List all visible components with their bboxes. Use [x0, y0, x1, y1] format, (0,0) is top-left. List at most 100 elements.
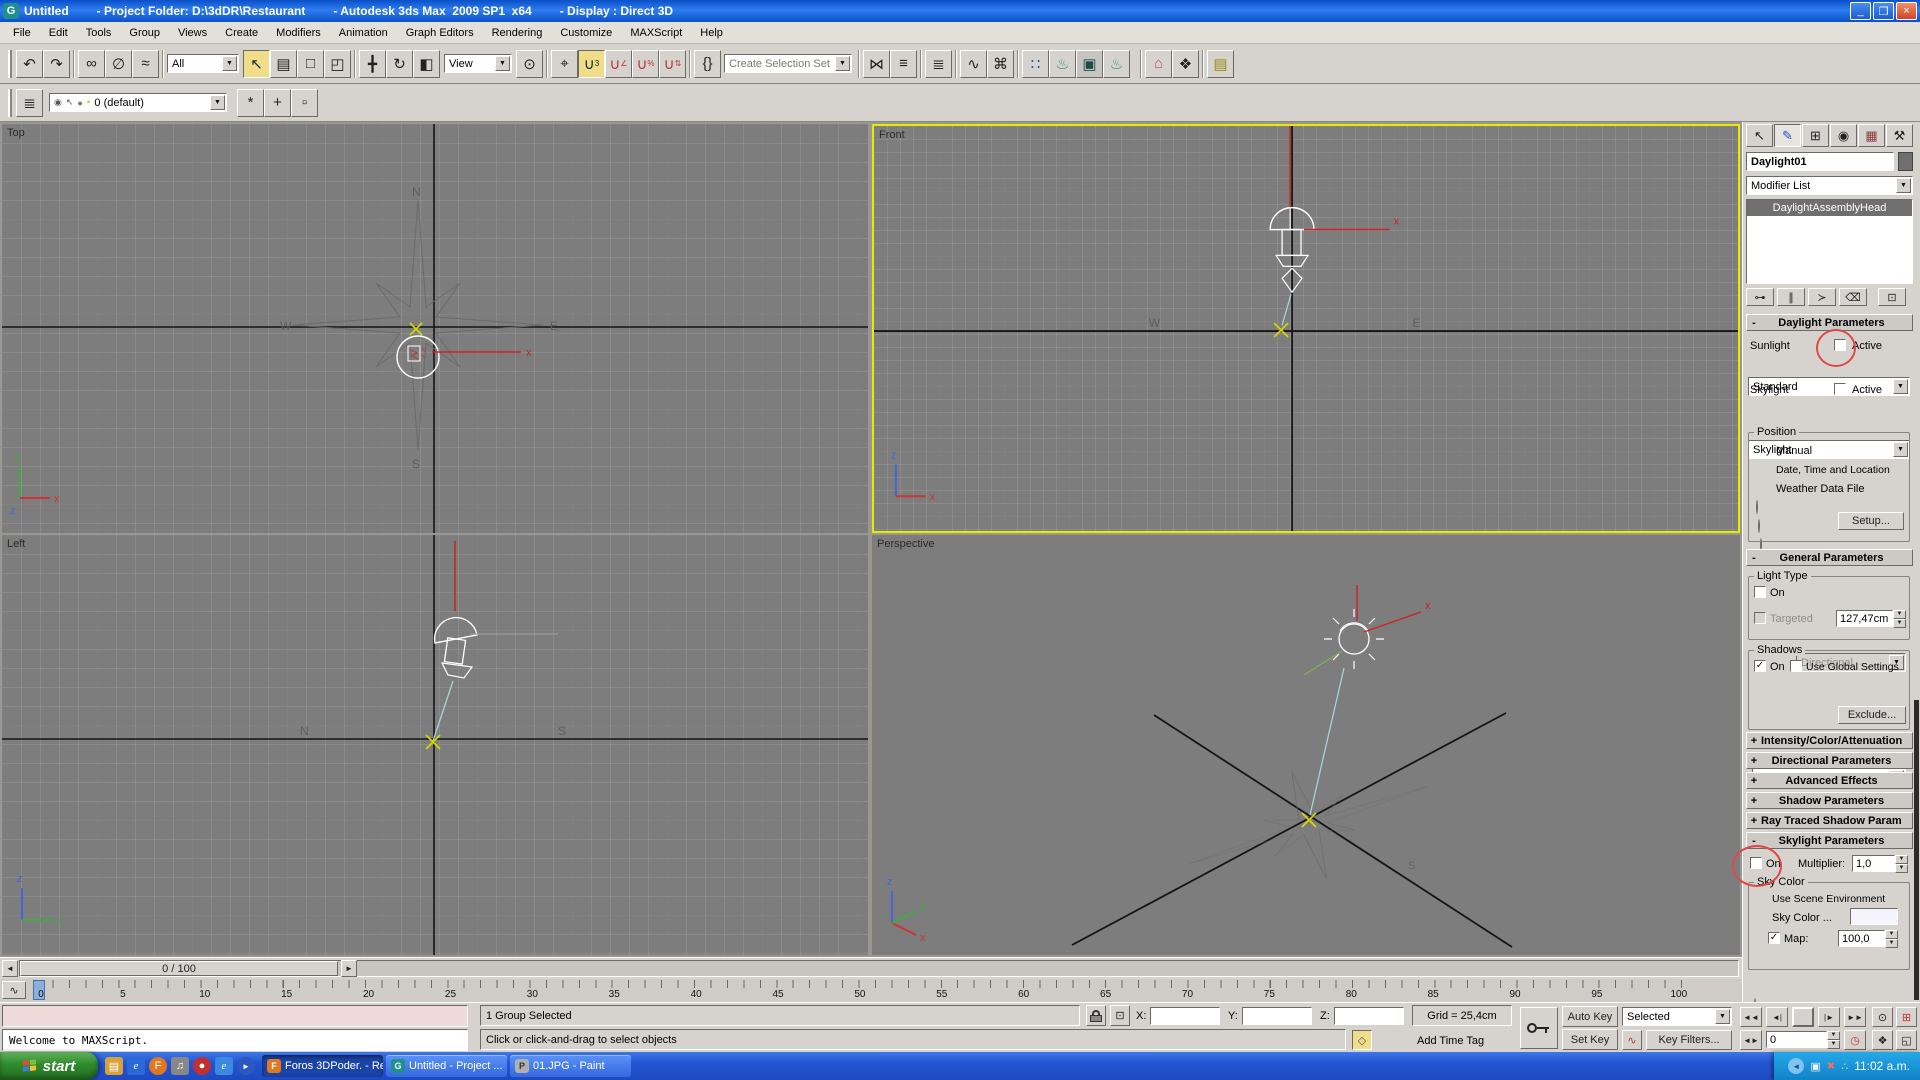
layer-manager-toggle-button[interactable]: ≣ — [16, 88, 43, 117]
dropdown-arrow-icon[interactable]: ▼ — [1715, 1009, 1730, 1024]
rollout-general-parameters[interactable]: - General Parameters — [1746, 549, 1913, 566]
tab-display[interactable]: ▦ — [1858, 124, 1885, 147]
quicklaunch-firefox-icon[interactable]: F — [149, 1057, 167, 1075]
bind-to-spacewarp-button[interactable]: ≈ — [132, 49, 159, 78]
toolbar-grip[interactable] — [8, 49, 12, 78]
tab-motion[interactable]: ◉ — [1830, 124, 1857, 147]
key-scope-dropdown[interactable]: Selected ▼ — [1622, 1007, 1732, 1026]
unlink-selection-button[interactable]: ∅ — [105, 49, 132, 78]
rollout-header-collapsed[interactable]: + Advanced Effects — [1746, 772, 1913, 789]
tab-modify[interactable]: ✎ — [1774, 124, 1801, 147]
toolbar-grip[interactable] — [8, 88, 12, 117]
angle-snap-button[interactable]: ∪ ∠ — [605, 49, 632, 78]
viewport-label[interactable]: Left — [7, 538, 25, 550]
show-end-result-button[interactable]: ∥ — [1777, 288, 1805, 306]
y-coordinate-field[interactable] — [1242, 1007, 1312, 1025]
modifier-stack[interactable]: DaylightAssemblyHead — [1746, 199, 1913, 284]
next-frame-button[interactable]: |► — [1818, 1007, 1840, 1027]
maximize-viewport-toggle[interactable]: ◱ — [1896, 1030, 1917, 1050]
viewport-left[interactable]: Left N S z y — [2, 535, 868, 955]
viewport-label[interactable]: Perspective — [877, 538, 934, 550]
window-crossing-button[interactable]: ◰ — [324, 49, 351, 78]
align-button[interactable]: ≡ — [890, 49, 917, 78]
rollout-daylight-parameters[interactable]: - Daylight Parameters — [1746, 314, 1913, 331]
menu-item[interactable]: Customize — [551, 24, 621, 42]
viewport-label[interactable]: Front — [879, 129, 905, 141]
position-date-time-radio[interactable] — [1758, 519, 1760, 533]
time-slider-next-button[interactable]: ► — [341, 960, 357, 977]
viewport-front[interactable]: Front W E x z x — [872, 124, 1740, 533]
tray-chevron-icon[interactable]: ◄ — [1788, 1058, 1805, 1074]
make-unique-button[interactable]: ≻ — [1808, 288, 1836, 306]
modifier-list-dropdown[interactable]: Modifier List ▼ — [1746, 176, 1913, 195]
dropdown-arrow-icon[interactable]: ▼ — [1893, 379, 1908, 394]
x-coordinate-field[interactable] — [1150, 1007, 1220, 1025]
object-name-field[interactable]: Daylight01 — [1746, 152, 1894, 171]
mirror-button[interactable]: ⋈ — [863, 49, 890, 78]
close-button[interactable]: × — [1896, 2, 1917, 20]
dropdown-arrow-icon[interactable]: ▼ — [210, 95, 225, 110]
sky-color-swatch[interactable] — [1850, 908, 1898, 925]
set-keys-button[interactable] — [1520, 1007, 1558, 1049]
absolute-mode-toggle[interactable]: ⊡ — [1110, 1005, 1130, 1026]
modifier-stack-item[interactable]: DaylightAssemblyHead — [1747, 200, 1912, 216]
named-selection-set-dropdown[interactable]: Create Selection Set ▼ — [724, 54, 852, 73]
light-on-checkbox[interactable] — [1754, 586, 1766, 598]
edit-named-selection-sets-button[interactable]: {} — [694, 49, 721, 78]
viewport-top[interactable]: Top N W E S x y x z — [2, 124, 868, 533]
asset-tracking-button[interactable]: ❖ — [1172, 49, 1199, 78]
selection-lock-toggle[interactable] — [1086, 1005, 1106, 1026]
time-configuration-button[interactable]: ◷ — [1844, 1030, 1866, 1050]
walkthrough-assistant-button[interactable]: ⌂ — [1145, 49, 1172, 78]
menu-item[interactable]: MAXScript — [621, 24, 691, 42]
quicklaunch-wmp-icon[interactable]: ► — [237, 1057, 255, 1075]
snaps-toggle-button[interactable]: ∪ 3 — [578, 49, 605, 78]
dropdown-arrow-icon[interactable]: ▼ — [1896, 178, 1911, 193]
undo-button[interactable]: ↶ — [16, 49, 43, 78]
targeted-checkbox[interactable] — [1754, 612, 1766, 624]
current-frame-field[interactable]: 0 ▼ ▼ — [1766, 1031, 1840, 1049]
z-coordinate-field[interactable] — [1334, 1007, 1404, 1025]
viewport-perspective[interactable]: Perspective S x z x y — [872, 535, 1740, 955]
spinner-snap-button[interactable]: ∪ ⇅ — [659, 49, 686, 78]
map-checkbox[interactable]: ✓ — [1768, 932, 1780, 944]
taskbar-task-firefox[interactable]: F Foros 3DPoder. - Res... — [262, 1055, 383, 1077]
tab-hierarchy[interactable]: ⊞ — [1802, 124, 1829, 147]
rollout-header-collapsed[interactable]: + Directional Parameters — [1746, 752, 1913, 769]
menu-item[interactable]: Modifiers — [267, 24, 330, 42]
select-by-name-button[interactable]: ▤ — [270, 49, 297, 78]
isolate-cube-icon[interactable]: ◇ — [1352, 1030, 1372, 1050]
go-to-start-button[interactable]: ◄◄ — [1740, 1007, 1762, 1027]
rollout-header-collapsed[interactable]: + Ray Traced Shadow Params — [1746, 812, 1913, 829]
tray-network-icon[interactable]: ▣ — [1810, 1060, 1820, 1073]
redo-button[interactable]: ↷ — [43, 49, 70, 78]
tray-network-disconnected-icon[interactable]: ✖ — [1827, 1061, 1835, 1072]
macro-recorder-pane[interactable] — [2, 1005, 468, 1027]
previous-frame-button[interactable]: ◄| — [1766, 1007, 1788, 1027]
panel-scrollbar[interactable] — [1914, 700, 1919, 1000]
set-key-button[interactable]: Set Key — [1562, 1029, 1618, 1050]
use-pivot-point-center-button[interactable]: ⊙ — [516, 49, 543, 78]
zoom-all-button[interactable]: ⊞ — [1896, 1007, 1917, 1027]
zoom-button[interactable]: ⊙ — [1872, 1007, 1893, 1027]
rollout-header-collapsed[interactable]: + Intensity/Color/Attenuation — [1746, 732, 1913, 749]
spinner-up-icon[interactable]: ▼ — [1895, 855, 1908, 864]
tray-agent-icon[interactable]: ∴ — [1841, 1060, 1848, 1073]
spinner-down-icon[interactable]: ▼ — [1893, 619, 1906, 628]
active-layer-dropdown[interactable]: ◉ ↖ ● ▪ 0 (default) ▼ — [49, 93, 227, 112]
multiplier-spinner[interactable]: 1,0 ▼ ▼ — [1852, 855, 1908, 873]
rectangular-selection-region-button[interactable]: □ — [297, 49, 324, 78]
use-global-settings-checkbox[interactable] — [1790, 660, 1802, 672]
quick-render-button[interactable]: ♨ — [1103, 49, 1130, 78]
menu-item[interactable]: Edit — [40, 24, 77, 42]
menu-item[interactable]: Tools — [77, 24, 121, 42]
pin-stack-button[interactable]: ⊶ — [1746, 288, 1774, 306]
menu-item[interactable]: Animation — [330, 24, 397, 42]
select-object-button[interactable]: ↖ — [243, 49, 270, 78]
measure-distance-button[interactable]: ▤ — [1207, 49, 1234, 78]
menu-item[interactable]: Rendering — [483, 24, 552, 42]
time-slider-prev-button[interactable]: ◄ — [2, 960, 18, 977]
material-editor-button[interactable]: ∷ — [1022, 49, 1049, 78]
time-slider-handle[interactable]: 0 / 100 — [20, 961, 338, 976]
create-new-layer-button[interactable]: * — [237, 88, 264, 117]
